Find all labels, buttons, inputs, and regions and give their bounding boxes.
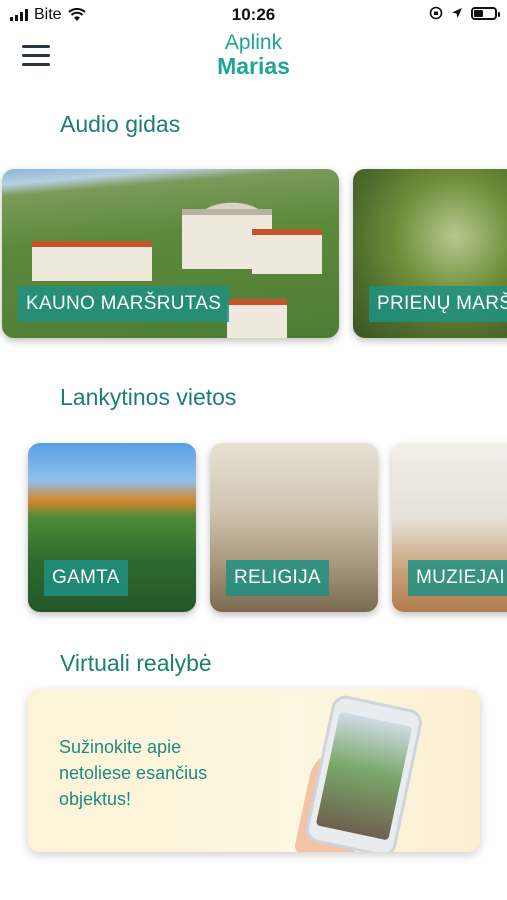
phone-illustration <box>303 693 425 852</box>
logo-line1: Aplink <box>224 31 283 54</box>
battery-icon <box>471 6 500 20</box>
audio-card-prienai[interactable]: PRIENŲ MARŠ <box>353 169 507 338</box>
app-logo: Aplink Marias <box>0 32 507 78</box>
location-icon <box>452 8 462 18</box>
vr-description: Sužinokite apie netoliese esančius objek… <box>59 737 208 809</box>
place-card-label: GAMTA <box>44 560 128 596</box>
audio-card-label: PRIENŲ MARŠ <box>369 286 507 322</box>
vr-banner[interactable]: Sužinokite apie netoliese esančius objek… <box>28 689 480 852</box>
section-title-vr: Virtuali realybė <box>60 650 212 676</box>
place-card-label: RELIGIJA <box>226 560 329 596</box>
status-bar: Bite 10:26 <box>0 0 507 30</box>
place-card-gamta[interactable]: GAMTA <box>28 443 196 612</box>
section-title-audio: Audio gidas <box>60 111 181 137</box>
audio-card-label: KAUNO MARŠRUTAS <box>18 286 230 322</box>
orientation-lock-icon <box>429 6 443 20</box>
audio-card-kaunas[interactable]: KAUNO MARŠRUTAS <box>2 169 339 338</box>
place-card-label: MUZIEJAI <box>408 560 507 596</box>
place-card-religija[interactable]: RELIGIJA <box>210 443 378 612</box>
section-title-places: Lankytinos vietos <box>60 384 237 410</box>
logo-line2: Marias <box>217 53 290 79</box>
place-card-muziejai[interactable]: MUZIEJAI <box>392 443 507 612</box>
